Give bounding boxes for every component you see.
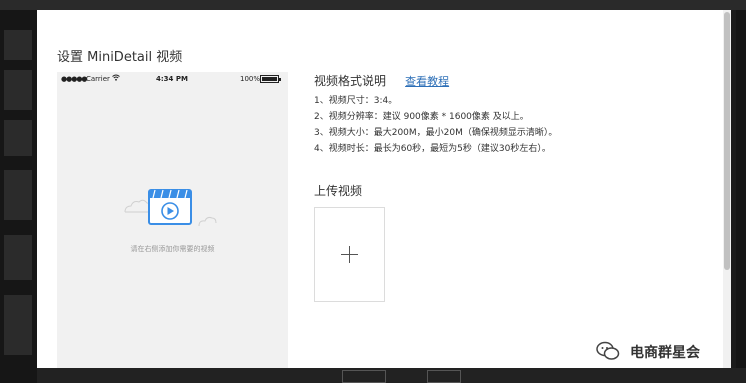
spec-header: 视频格式说明 查看教程	[314, 70, 449, 89]
status-time: 4:34 PM	[156, 75, 188, 83]
modal-title: 设置 MiniDetail 视频	[57, 50, 183, 65]
spec-list: 1、视频尺寸：3:4。 2、视频分辨率：建议 900像素 * 1600像素 及以…	[314, 93, 557, 157]
spec-item: 3、视频大小：最大200M，最小20M（确保视频显示清晰）。	[314, 128, 558, 138]
background-top-bar	[0, 0, 746, 10]
modal-scrollbar[interactable]	[723, 10, 731, 368]
spec-item: 1、视频尺寸：3:4。	[314, 96, 398, 106]
background-button	[342, 370, 386, 383]
background-left-column	[0, 10, 37, 383]
scrollbar-thumb[interactable]	[724, 12, 730, 270]
wechat-logo-icon	[596, 341, 620, 360]
battery-icon	[260, 75, 281, 83]
phone-status-bar: ●●●●● Carrier 4:34 PM 100%	[57, 72, 288, 86]
signal-dots: ●●●●●	[61, 75, 88, 83]
view-tutorial-link[interactable]: 查看教程	[405, 75, 449, 88]
spec-title: 视频格式说明	[314, 74, 387, 88]
video-play-icon	[124, 189, 217, 227]
empty-preview-text: 请在右侧添加你需要的视频	[130, 245, 215, 253]
carrier-label: Carrier	[86, 75, 110, 83]
background-bottom-bar	[37, 368, 746, 383]
watermark-text: 电商群星会	[630, 345, 700, 361]
spec-item: 4、视频时长：最长为60秒，最短为5秒（建议30秒左右）。	[314, 144, 551, 154]
background-tab	[60, 0, 120, 9]
video-settings-modal: 设置 MiniDetail 视频 ●●●●● Carrier 4:34 PM 1…	[37, 10, 731, 368]
spec-item: 2、视频分辨率：建议 900像素 * 1600像素 及以上。	[314, 112, 529, 122]
upload-title: 上传视频	[314, 184, 363, 198]
battery-percent: 100%	[240, 75, 261, 83]
phone-preview: ●●●●● Carrier 4:34 PM 100% 请在右侧添加你需要的视频	[57, 72, 288, 368]
background-button	[427, 370, 461, 383]
plus-icon	[341, 246, 358, 263]
upload-video-button[interactable]	[314, 207, 385, 302]
wifi-icon	[112, 74, 120, 83]
background-right-column	[736, 10, 746, 368]
